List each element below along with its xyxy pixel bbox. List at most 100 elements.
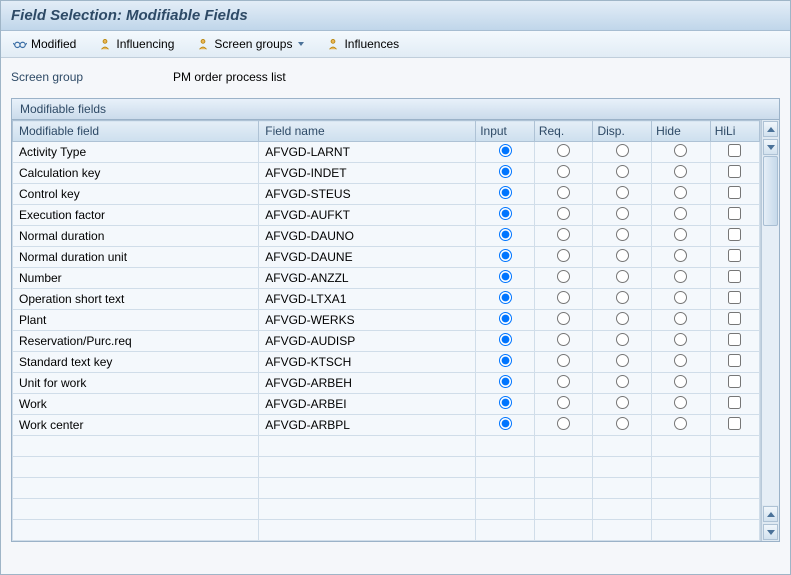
radio-input[interactable] — [499, 249, 512, 262]
scroll-up-button[interactable] — [763, 121, 778, 137]
radio-disp[interactable] — [616, 396, 629, 409]
radio-disp[interactable] — [616, 207, 629, 220]
radio-req[interactable] — [557, 396, 570, 409]
cell-hide — [652, 142, 711, 163]
checkbox-hili[interactable] — [728, 228, 741, 241]
radio-disp[interactable] — [616, 354, 629, 367]
radio-disp[interactable] — [616, 165, 629, 178]
checkbox-hili[interactable] — [728, 165, 741, 178]
radio-input[interactable] — [499, 207, 512, 220]
page-title: Field Selection: Modifiable Fields — [11, 7, 780, 24]
radio-input[interactable] — [499, 228, 512, 241]
radio-req[interactable] — [557, 417, 570, 430]
scroll-thumb[interactable] — [763, 156, 778, 226]
checkbox-hili[interactable] — [728, 354, 741, 367]
checkbox-hili[interactable] — [728, 249, 741, 262]
scroll-down-bottom-button[interactable] — [763, 524, 778, 540]
screen-groups-button[interactable]: Screen groups — [192, 35, 308, 53]
radio-req[interactable] — [557, 333, 570, 346]
col-input[interactable]: Input — [476, 121, 535, 142]
radio-input[interactable] — [499, 333, 512, 346]
radio-disp[interactable] — [616, 228, 629, 241]
radio-hide[interactable] — [674, 312, 687, 325]
checkbox-hili[interactable] — [728, 291, 741, 304]
radio-disp[interactable] — [616, 249, 629, 262]
scroll-up-bottom-button[interactable] — [763, 506, 778, 522]
radio-input[interactable] — [499, 144, 512, 157]
radio-disp[interactable] — [616, 144, 629, 157]
radio-req[interactable] — [557, 312, 570, 325]
checkbox-hili[interactable] — [728, 333, 741, 346]
radio-disp[interactable] — [616, 291, 629, 304]
col-hide[interactable]: Hide — [652, 121, 711, 142]
radio-hide[interactable] — [674, 375, 687, 388]
radio-disp[interactable] — [616, 186, 629, 199]
radio-req[interactable] — [557, 165, 570, 178]
col-modifiable-field[interactable]: Modifiable field — [13, 121, 259, 142]
cell-hili — [710, 163, 759, 184]
checkbox-hili[interactable] — [728, 207, 741, 220]
col-req[interactable]: Req. — [534, 121, 593, 142]
scroll-track[interactable] — [762, 156, 779, 505]
radio-req[interactable] — [557, 249, 570, 262]
col-hili[interactable]: HiLi — [710, 121, 759, 142]
radio-req[interactable] — [557, 144, 570, 157]
radio-hide[interactable] — [674, 249, 687, 262]
checkbox-hili[interactable] — [728, 417, 741, 430]
table-row: NumberAFVGD-ANZZL — [13, 268, 760, 289]
radio-hide[interactable] — [674, 186, 687, 199]
radio-req[interactable] — [557, 186, 570, 199]
radio-disp[interactable] — [616, 417, 629, 430]
radio-input[interactable] — [499, 417, 512, 430]
influencing-button[interactable]: Influencing — [94, 35, 178, 53]
cell-field-name: AFVGD-LTXA1 — [259, 289, 476, 310]
radio-req[interactable] — [557, 354, 570, 367]
checkbox-hili[interactable] — [728, 186, 741, 199]
radio-req[interactable] — [557, 207, 570, 220]
checkbox-hili[interactable] — [728, 144, 741, 157]
radio-hide[interactable] — [674, 354, 687, 367]
radio-input[interactable] — [499, 375, 512, 388]
modified-button[interactable]: Modified — [9, 35, 80, 53]
radio-hide[interactable] — [674, 291, 687, 304]
radio-input[interactable] — [499, 291, 512, 304]
cell-disp — [593, 163, 652, 184]
radio-hide[interactable] — [674, 207, 687, 220]
arrow-down-icon — [767, 145, 775, 150]
radio-input[interactable] — [499, 186, 512, 199]
radio-input[interactable] — [499, 396, 512, 409]
cell-input — [476, 142, 535, 163]
vertical-scrollbar[interactable] — [761, 120, 779, 541]
radio-req[interactable] — [557, 228, 570, 241]
col-disp[interactable]: Disp. — [593, 121, 652, 142]
radio-hide[interactable] — [674, 144, 687, 157]
radio-disp[interactable] — [616, 375, 629, 388]
table-row: Calculation keyAFVGD-INDET — [13, 163, 760, 184]
influences-button[interactable]: Influences — [322, 35, 403, 53]
cell-req — [534, 205, 593, 226]
radio-disp[interactable] — [616, 270, 629, 283]
radio-hide[interactable] — [674, 165, 687, 178]
radio-input[interactable] — [499, 270, 512, 283]
radio-hide[interactable] — [674, 396, 687, 409]
scroll-down-button[interactable] — [763, 139, 778, 155]
checkbox-hili[interactable] — [728, 396, 741, 409]
checkbox-hili[interactable] — [728, 270, 741, 283]
cell-input — [476, 310, 535, 331]
radio-disp[interactable] — [616, 333, 629, 346]
radio-req[interactable] — [557, 375, 570, 388]
radio-input[interactable] — [499, 312, 512, 325]
radio-hide[interactable] — [674, 417, 687, 430]
checkbox-hili[interactable] — [728, 375, 741, 388]
radio-hide[interactable] — [674, 333, 687, 346]
radio-disp[interactable] — [616, 312, 629, 325]
radio-hide[interactable] — [674, 228, 687, 241]
col-field-name[interactable]: Field name — [259, 121, 476, 142]
cell-modifiable-field: Number — [13, 268, 259, 289]
checkbox-hili[interactable] — [728, 312, 741, 325]
radio-req[interactable] — [557, 270, 570, 283]
radio-req[interactable] — [557, 291, 570, 304]
radio-input[interactable] — [499, 165, 512, 178]
radio-input[interactable] — [499, 354, 512, 367]
radio-hide[interactable] — [674, 270, 687, 283]
